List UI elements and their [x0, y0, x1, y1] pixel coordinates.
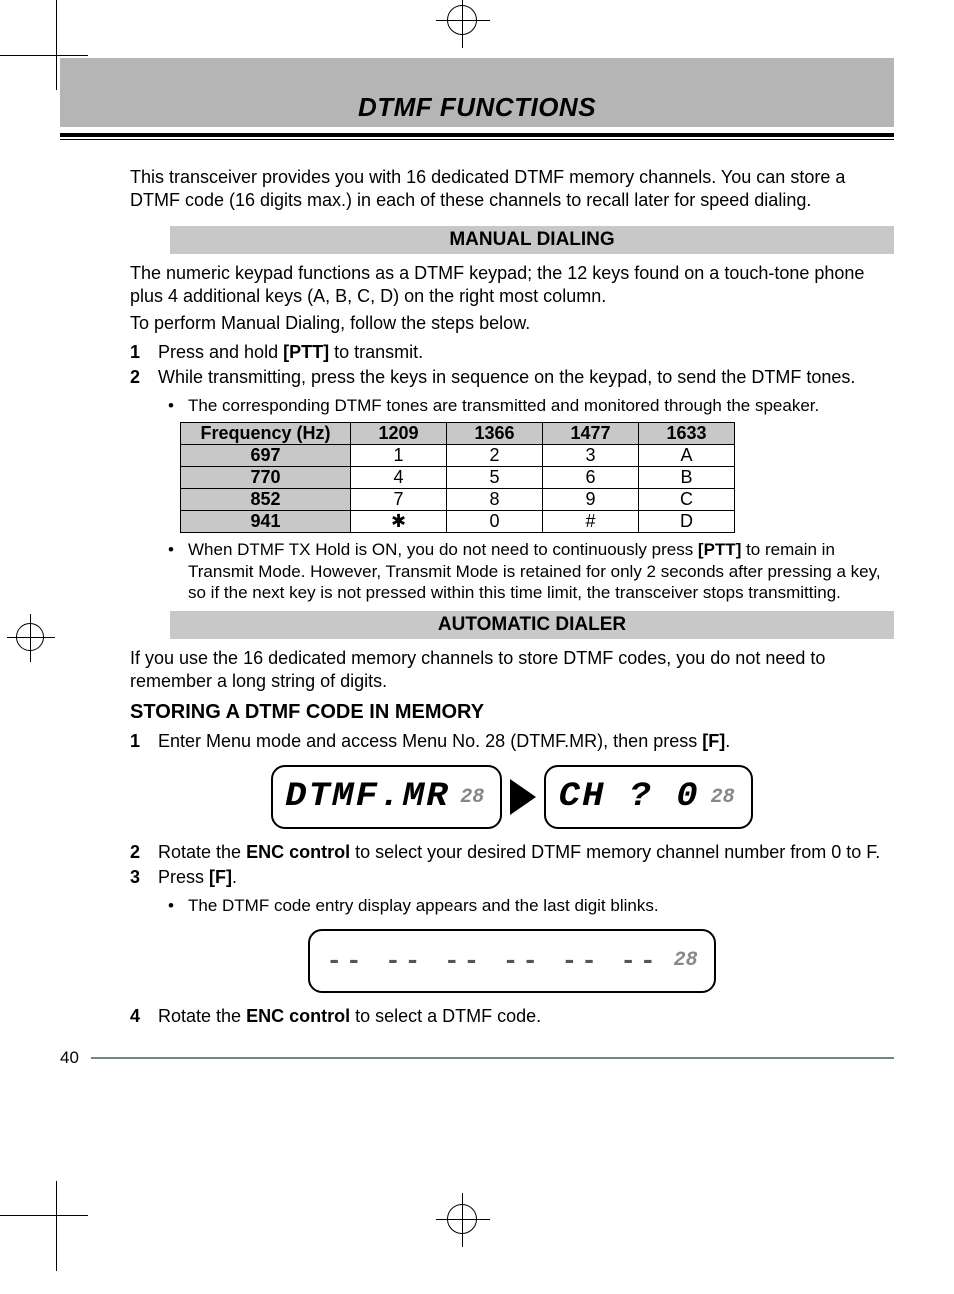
section-heading-auto: AUTOMATIC DIALER: [170, 611, 894, 639]
bullet-item: •The DTMF code entry display appears and…: [168, 895, 894, 916]
crop-mark: [0, 1215, 88, 1216]
lcd-screen: -- -- -- -- -- -- 28: [308, 929, 715, 993]
registration-mark: [16, 623, 44, 651]
step-text: Press [F].: [158, 866, 894, 889]
step-item: 2 Rotate the ENC control to select your …: [130, 841, 894, 864]
crop-mark: [0, 55, 88, 56]
step-text: Enter Menu mode and access Menu No. 28 (…: [158, 730, 894, 753]
table-header: 1209: [351, 423, 447, 445]
step-item: 2 While transmitting, press the keys in …: [130, 366, 894, 389]
step-text: Press and hold [PTT] to transmit.: [158, 341, 894, 364]
bullet-item: •The corresponding DTMF tones are transm…: [168, 395, 894, 416]
table-header: Frequency (Hz): [181, 423, 351, 445]
dtmf-frequency-table: Frequency (Hz) 1209 1366 1477 1633 697 1…: [180, 422, 735, 533]
lcd-main-text: CH ? 0: [559, 778, 700, 816]
lcd-main-text: -- -- -- -- -- --: [326, 946, 659, 976]
step-number: 1: [130, 730, 158, 753]
step-item: 4 Rotate the ENC control to select a DTM…: [130, 1005, 894, 1028]
page-number: 40: [60, 1048, 79, 1068]
footer-rule: [91, 1057, 894, 1059]
table-row: 941 ✱ 0 # D: [181, 511, 735, 533]
section-heading-manual: MANUAL DIALING: [170, 226, 894, 254]
page-title: DTMF FUNCTIONS: [60, 92, 894, 123]
step-text: Rotate the ENC control to select a DTMF …: [158, 1005, 894, 1028]
divider: [60, 133, 894, 137]
lcd-menu-number: 28: [460, 786, 484, 809]
step-number: 3: [130, 866, 158, 889]
intro-text: This transceiver provides you with 16 de…: [130, 166, 894, 212]
lcd-screen: DTMF.MR 28: [271, 765, 502, 829]
step-number: 2: [130, 366, 158, 389]
table-row: 852 7 8 9 C: [181, 489, 735, 511]
step-item: 3 Press [F].: [130, 866, 894, 889]
lcd-screen: CH ? 0 28: [544, 765, 752, 829]
subheading: STORING A DTMF CODE IN MEMORY: [130, 701, 894, 724]
step-item: 1 Press and hold [PTT] to transmit.: [130, 341, 894, 364]
bullet-item: • When DTMF TX Hold is ON, you do not ne…: [168, 539, 894, 603]
step-text: Rotate the ENC control to select your de…: [158, 841, 894, 864]
body-text: If you use the 16 dedicated memory chann…: [130, 647, 894, 693]
lcd-menu-number: 28: [674, 949, 698, 972]
registration-mark: [447, 5, 477, 35]
step-number: 1: [130, 341, 158, 364]
body-text: The numeric keypad functions as a DTMF k…: [130, 262, 894, 308]
lcd-illustration-row: -- -- -- -- -- -- 28: [130, 929, 894, 993]
crop-mark: [56, 0, 57, 90]
divider: [60, 139, 894, 140]
table-header: 1366: [447, 423, 543, 445]
lcd-illustration-row: DTMF.MR 28 CH ? 0 28: [130, 765, 894, 829]
table-header: 1633: [639, 423, 735, 445]
step-number: 4: [130, 1005, 158, 1028]
table-row: 770 4 5 6 B: [181, 467, 735, 489]
page-title-band: DTMF FUNCTIONS: [60, 58, 894, 127]
crop-mark: [56, 1181, 57, 1271]
page-footer: 40: [60, 1048, 894, 1068]
body-text: To perform Manual Dialing, follow the st…: [130, 312, 894, 335]
step-number: 2: [130, 841, 158, 864]
lcd-menu-number: 28: [711, 786, 735, 809]
lcd-main-text: DTMF.MR: [285, 778, 450, 816]
arrow-right-icon: [510, 779, 536, 815]
step-item: 1 Enter Menu mode and access Menu No. 28…: [130, 730, 894, 753]
table-row: 697 1 2 3 A: [181, 445, 735, 467]
step-text: While transmitting, press the keys in se…: [158, 366, 894, 389]
table-header: 1477: [543, 423, 639, 445]
registration-mark: [447, 1204, 477, 1234]
